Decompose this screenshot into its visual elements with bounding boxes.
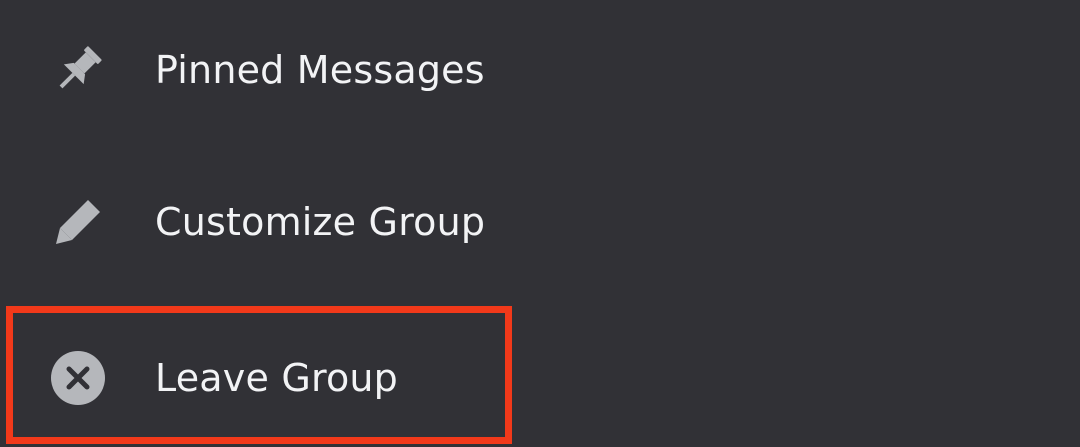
- group-options-menu: Pinned Messages Customize Group Leave Gr…: [0, 0, 1080, 447]
- pinned-messages-label: Pinned Messages: [155, 48, 485, 92]
- close-circle-icon: [46, 346, 110, 410]
- leave-group-label: Leave Group: [155, 356, 399, 400]
- menu-item-customize-group[interactable]: Customize Group: [0, 162, 1080, 282]
- menu-item-pinned-messages[interactable]: Pinned Messages: [0, 10, 1080, 130]
- menu-item-leave-group[interactable]: Leave Group: [0, 318, 1080, 438]
- pencil-icon: [46, 190, 110, 254]
- customize-group-label: Customize Group: [155, 200, 486, 244]
- pin-icon: [46, 38, 110, 102]
